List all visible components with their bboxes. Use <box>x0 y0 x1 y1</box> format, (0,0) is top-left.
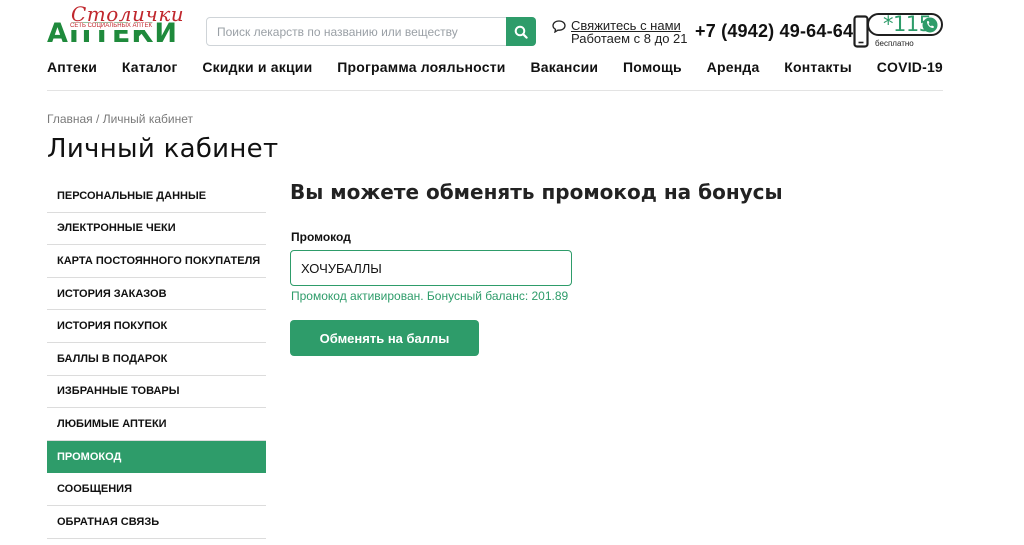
sidebar-item-messages[interactable]: СООБЩЕНИЯ <box>47 473 266 506</box>
store-logo[interactable]: Столички АПТЕКИ СЕТЬ СОЦИАЛЬНЫХ АПТЕК <box>47 2 193 47</box>
logo-subtitle: СЕТЬ СОЦИАЛЬНЫХ АПТЕК <box>69 23 153 30</box>
nav-item-rent[interactable]: Аренда <box>707 59 760 79</box>
sidebar-item-order-history[interactable]: ИСТОРИЯ ЗАКАЗОВ <box>47 278 266 311</box>
promo-code-input[interactable] <box>290 250 572 286</box>
working-hours: Работаем с 8 до 21 <box>571 31 688 46</box>
short-number-badge[interactable]: *115 бесплатно <box>853 12 945 48</box>
sidebar-item-loyalty-card[interactable]: КАРТА ПОСТОЯННОГО ПОКУПАТЕЛЯ <box>47 245 266 278</box>
search-input[interactable] <box>207 18 507 45</box>
nav-item-catalog[interactable]: Каталог <box>122 59 178 79</box>
search-icon <box>514 25 528 39</box>
promo-heading: Вы можете обменять промокод на бонусы <box>290 180 783 204</box>
sidebar-item-favorite-pharmacies[interactable]: ЛЮБИМЫЕ АПТЕКИ <box>47 408 266 441</box>
account-sidebar: ПЕРСОНАЛЬНЫЕ ДАННЫЕ ЭЛЕКТРОННЫЕ ЧЕКИ КАР… <box>47 180 266 539</box>
search-button[interactable] <box>506 17 536 46</box>
nav-item-contacts[interactable]: Контакты <box>784 59 852 79</box>
sidebar-item-purchase-history[interactable]: ИСТОРИЯ ПОКУПОК <box>47 310 266 343</box>
nav-item-help[interactable]: Помощь <box>623 59 682 79</box>
sidebar-item-feedback[interactable]: ОБРАТНАЯ СВЯЗЬ <box>47 506 266 539</box>
sidebar-item-personal-data[interactable]: ПЕРСОНАЛЬНЫЕ ДАННЫЕ <box>47 180 266 213</box>
page-title: Личный кабинет <box>47 134 279 164</box>
exchange-points-button[interactable]: Обменять на баллы <box>290 320 479 356</box>
sidebar-item-favorites[interactable]: ИЗБРАННЫЕ ТОВАРЫ <box>47 376 266 409</box>
nav-item-vacancies[interactable]: Вакансии <box>530 59 598 79</box>
phone-number[interactable]: +7 (4942) 49-64-64 <box>695 21 853 42</box>
sidebar-item-promocode[interactable]: ПРОМОКОД <box>47 440 266 474</box>
nav-item-discounts[interactable]: Скидки и акции <box>202 59 312 79</box>
search-bar <box>206 17 536 46</box>
breadcrumb-separator: / <box>96 112 100 126</box>
call-icon <box>922 17 938 33</box>
chat-icon <box>552 20 566 33</box>
main-nav: Аптеки Каталог Скидки и акции Программа … <box>47 59 943 79</box>
sidebar-item-gift-points[interactable]: БАЛЛЫ В ПОДАРОК <box>47 343 266 376</box>
nav-item-pharmacies[interactable]: Аптеки <box>47 59 97 79</box>
breadcrumb: Главная / Личный кабинет <box>47 112 193 126</box>
breadcrumb-home[interactable]: Главная <box>47 112 93 126</box>
nav-item-covid[interactable]: COVID-19 <box>877 59 943 79</box>
short-number-caption: бесплатно <box>875 39 914 48</box>
nav-item-loyalty[interactable]: Программа лояльности <box>337 59 505 79</box>
sidebar-item-e-receipts[interactable]: ЭЛЕКТРОННЫЕ ЧЕКИ <box>47 213 266 246</box>
promo-success-message: Промокод активирован. Бонусный баланс: 2… <box>291 289 569 303</box>
promo-field-label: Промокод <box>291 230 351 244</box>
nav-divider <box>47 90 943 91</box>
breadcrumb-current: Личный кабинет <box>102 112 193 126</box>
